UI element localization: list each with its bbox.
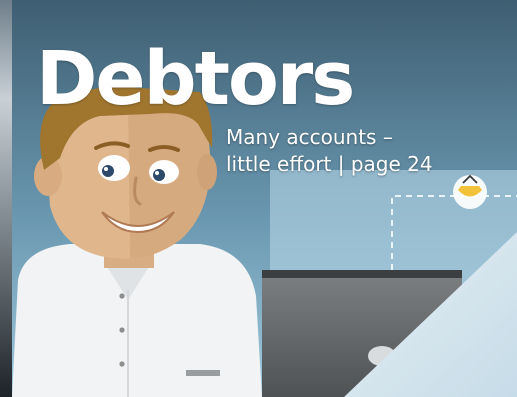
teaser-line-2: little effort | page 24 (226, 152, 433, 176)
left-photo-strip (0, 0, 12, 397)
teaser-text: Many accounts – little effort | page 24 (226, 124, 433, 178)
teaser-line-1: Many accounts – (226, 125, 393, 149)
page-title: Debtors (36, 36, 355, 122)
basket-badge-icon (453, 174, 487, 209)
